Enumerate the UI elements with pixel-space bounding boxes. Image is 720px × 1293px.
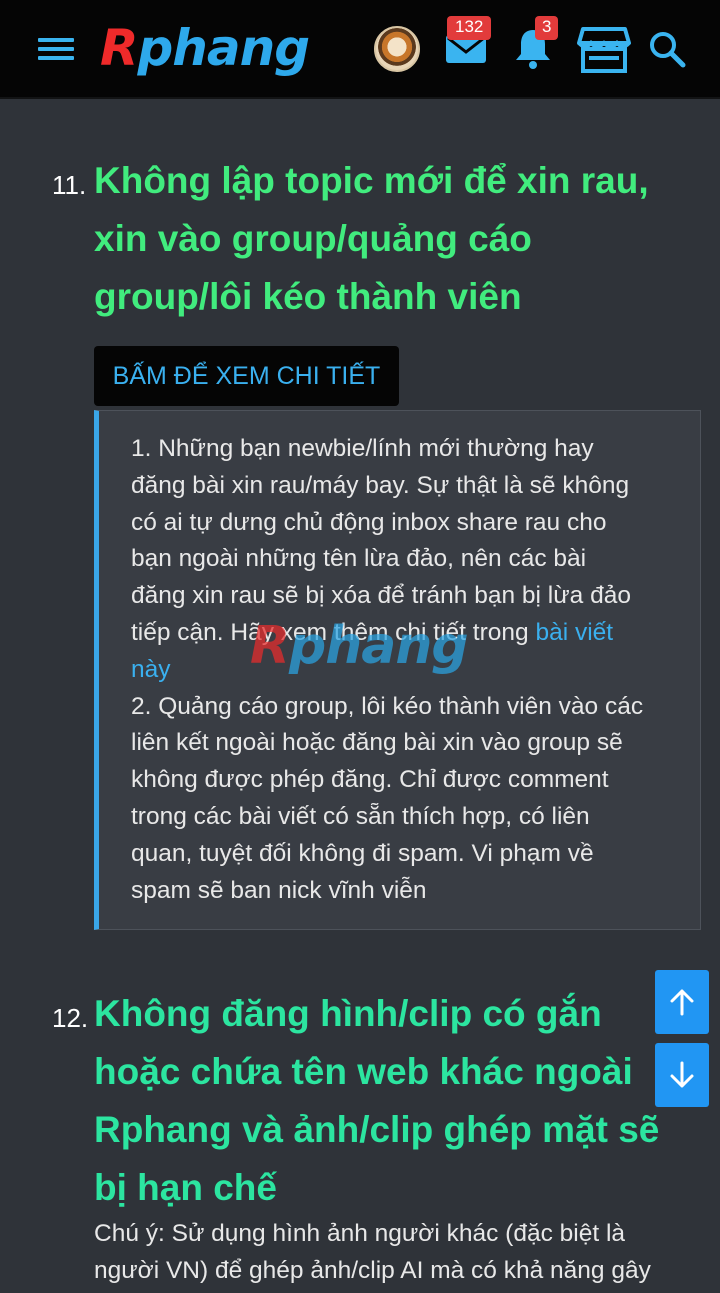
spoiler-line: 1. Những bạn newbie/lính mới thường hay bbox=[131, 435, 594, 462]
top-bar: Rphang 132 3 bbox=[0, 0, 720, 97]
spoiler-content: 1. Những bạn newbie/lính mới thường hay … bbox=[94, 410, 701, 930]
spoiler-line: trong các bài viết có sẵn thích hợp, có … bbox=[131, 802, 590, 830]
spoiler-line: bạn ngoài những tên lừa đảo, nên các bài bbox=[131, 545, 587, 573]
menu-bar bbox=[38, 47, 74, 51]
menu-icon[interactable] bbox=[38, 35, 74, 63]
spoiler-toggle-button[interactable]: BẤM ĐỂ XEM CHI TIẾT bbox=[94, 346, 399, 406]
logo-rest: phang bbox=[137, 19, 311, 77]
rule-11-title-line-3: group/lôi kéo thành viên bbox=[94, 276, 522, 317]
spoiler-line: quan, tuyệt đối không đi spam. Vi phạm v… bbox=[131, 839, 594, 867]
menu-bar bbox=[38, 38, 74, 42]
spoiler-line: có ai tự dưng chủ động inbox share rau c… bbox=[131, 508, 607, 536]
spoiler-line: đăng bài xin rau/máy bay. Sự thật là sẽ … bbox=[131, 471, 630, 499]
spoiler-line: không được phép đăng. Chỉ được comment bbox=[131, 766, 609, 794]
rule-number-12: 12. bbox=[52, 1003, 89, 1033]
rule-12-title-line-1: Không đăng hình/clip có gắn bbox=[94, 993, 602, 1034]
scroll-to-top-button[interactable] bbox=[655, 970, 709, 1034]
spoiler-line: đăng xin rau sẽ bị xóa để tránh bạn bị l… bbox=[131, 582, 631, 610]
rule-number-11: 11. bbox=[52, 170, 87, 200]
note-line: Chú ý: Sử dụng hình ảnh người khác (đặc … bbox=[94, 1220, 626, 1247]
spoiler-line: liên kết ngoài hoặc đăng bài xin vào gro… bbox=[131, 729, 623, 757]
menu-bar bbox=[38, 56, 74, 60]
avatar[interactable] bbox=[374, 26, 420, 72]
rule-11-title-line-2: xin vào group/quảng cáo bbox=[94, 218, 532, 259]
arrow-up-icon bbox=[670, 989, 694, 1016]
spoiler-text: 1. Những bạn newbie/lính mới thường hay … bbox=[131, 431, 691, 909]
rule-12-title-line-2: hoặc chứa tên web khác ngoài bbox=[94, 1051, 633, 1092]
mail-count-badge: 132 bbox=[447, 16, 492, 40]
logo-first-letter: R bbox=[100, 19, 139, 77]
store-icon[interactable] bbox=[577, 25, 631, 73]
spoiler-line: 2. Quảng cáo group, lôi kéo thành viên v… bbox=[131, 692, 644, 720]
note-line: người VN) để ghép ảnh/clip AI mà có khả … bbox=[94, 1257, 651, 1284]
arrow-down-icon bbox=[670, 1061, 694, 1088]
search-icon[interactable] bbox=[648, 30, 686, 68]
rule-11-title-line-1: Không lập topic mới để xin rau, bbox=[94, 160, 649, 201]
spoiler-line: spam sẽ ban nick vĩnh viễn bbox=[131, 876, 427, 904]
article-link-continued[interactable]: này bbox=[131, 656, 171, 683]
rule-12-title-line-3: Rphang và ảnh/clip ghép mặt sẽ bbox=[94, 1109, 660, 1150]
spoiler-line: tiếp cận. Hãy xem thêm chi tiết trong bbox=[131, 618, 536, 646]
site-logo[interactable]: Rphang bbox=[100, 18, 311, 78]
scroll-to-bottom-button[interactable] bbox=[655, 1043, 709, 1107]
rule-12-note: Chú ý: Sử dụng hình ảnh người khác (đặc … bbox=[94, 1215, 704, 1289]
notification-count-badge: 3 bbox=[535, 16, 559, 40]
article-link[interactable]: bài viết bbox=[535, 619, 613, 646]
rule-12-title-line-4: bị hạn chế bbox=[94, 1167, 277, 1208]
